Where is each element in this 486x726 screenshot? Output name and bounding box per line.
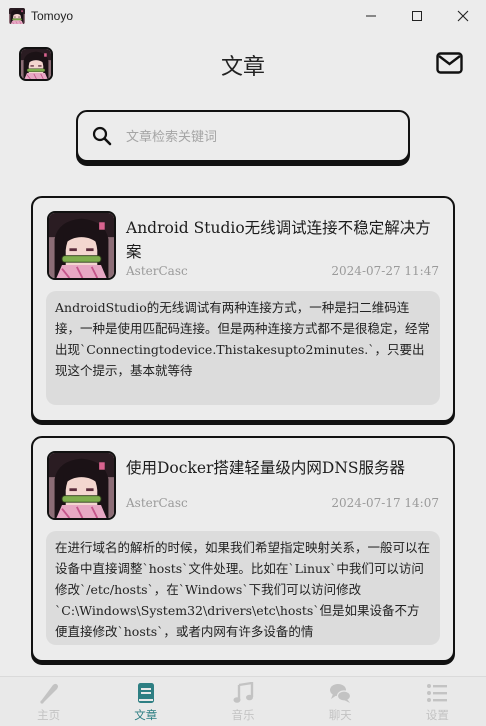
nav-label-home: 主页 <box>37 708 61 722</box>
nav-item-chat[interactable]: 聊天 <box>292 677 389 726</box>
close-button[interactable] <box>440 0 486 32</box>
app-icon <box>9 8 25 24</box>
article-card[interactable]: Android Studio无线调试连接不稳定解决方案 AsterCasc 20… <box>31 196 455 422</box>
minimize-icon <box>366 15 376 17</box>
article-date: 2024-07-17 14:07 <box>331 496 439 510</box>
nav-item-articles[interactable]: 文章 <box>97 677 194 726</box>
book-icon <box>135 682 157 704</box>
search-icon <box>92 126 112 146</box>
search-box[interactable] <box>76 110 410 162</box>
search-input[interactable] <box>126 124 396 150</box>
article-title[interactable]: Android Studio无线调试连接不稳定解决方案 <box>126 216 444 264</box>
nav-label-settings: 设置 <box>425 708 449 722</box>
mail-icon <box>436 52 463 74</box>
music-note-icon <box>232 682 254 704</box>
article-thumbnail <box>47 451 116 520</box>
nav-item-music[interactable]: 音乐 <box>194 677 291 726</box>
nav-label-articles: 文章 <box>134 708 158 722</box>
nav-item-home[interactable]: 主页 <box>0 677 97 726</box>
article-card[interactable]: 使用Docker搭建轻量级内网DNS服务器 AsterCasc 2024-07-… <box>31 436 455 662</box>
window-title: Tomoyo <box>31 9 74 23</box>
bottom-nav: 主页 文章 音乐 聊天 设置 <box>0 676 486 726</box>
article-date: 2024-07-27 11:47 <box>331 264 439 278</box>
minimize-button[interactable] <box>348 0 394 32</box>
chat-bubbles-icon <box>329 682 352 704</box>
nav-item-settings[interactable]: 设置 <box>389 677 486 726</box>
page-title: 文章 <box>220 55 265 80</box>
article-excerpt: AndroidStudio的无线调试有两种连接方式，一种是扫二维码连接，一种是使… <box>46 291 440 405</box>
nav-label-chat: 聊天 <box>328 708 352 722</box>
close-icon <box>457 10 469 22</box>
app-header: 文章 <box>0 38 486 90</box>
article-thumbnail <box>47 211 116 280</box>
window-controls <box>348 0 486 32</box>
maximize-button[interactable] <box>394 0 440 32</box>
mail-button[interactable] <box>436 52 463 74</box>
article-author: AsterCasc <box>126 496 188 510</box>
maximize-icon <box>412 11 422 21</box>
nav-label-music: 音乐 <box>231 708 255 722</box>
window-title-bar: Tomoyo <box>0 0 486 32</box>
article-excerpt: 在进行域名的解析的时候，如果我们希望指定映射关系，一般可以在设备中直接调整`ho… <box>46 531 440 645</box>
article-title[interactable]: 使用Docker搭建轻量级内网DNS服务器 <box>126 456 444 480</box>
baseball-bat-icon <box>38 682 60 704</box>
article-author: AsterCasc <box>126 264 188 278</box>
list-icon <box>426 682 448 704</box>
